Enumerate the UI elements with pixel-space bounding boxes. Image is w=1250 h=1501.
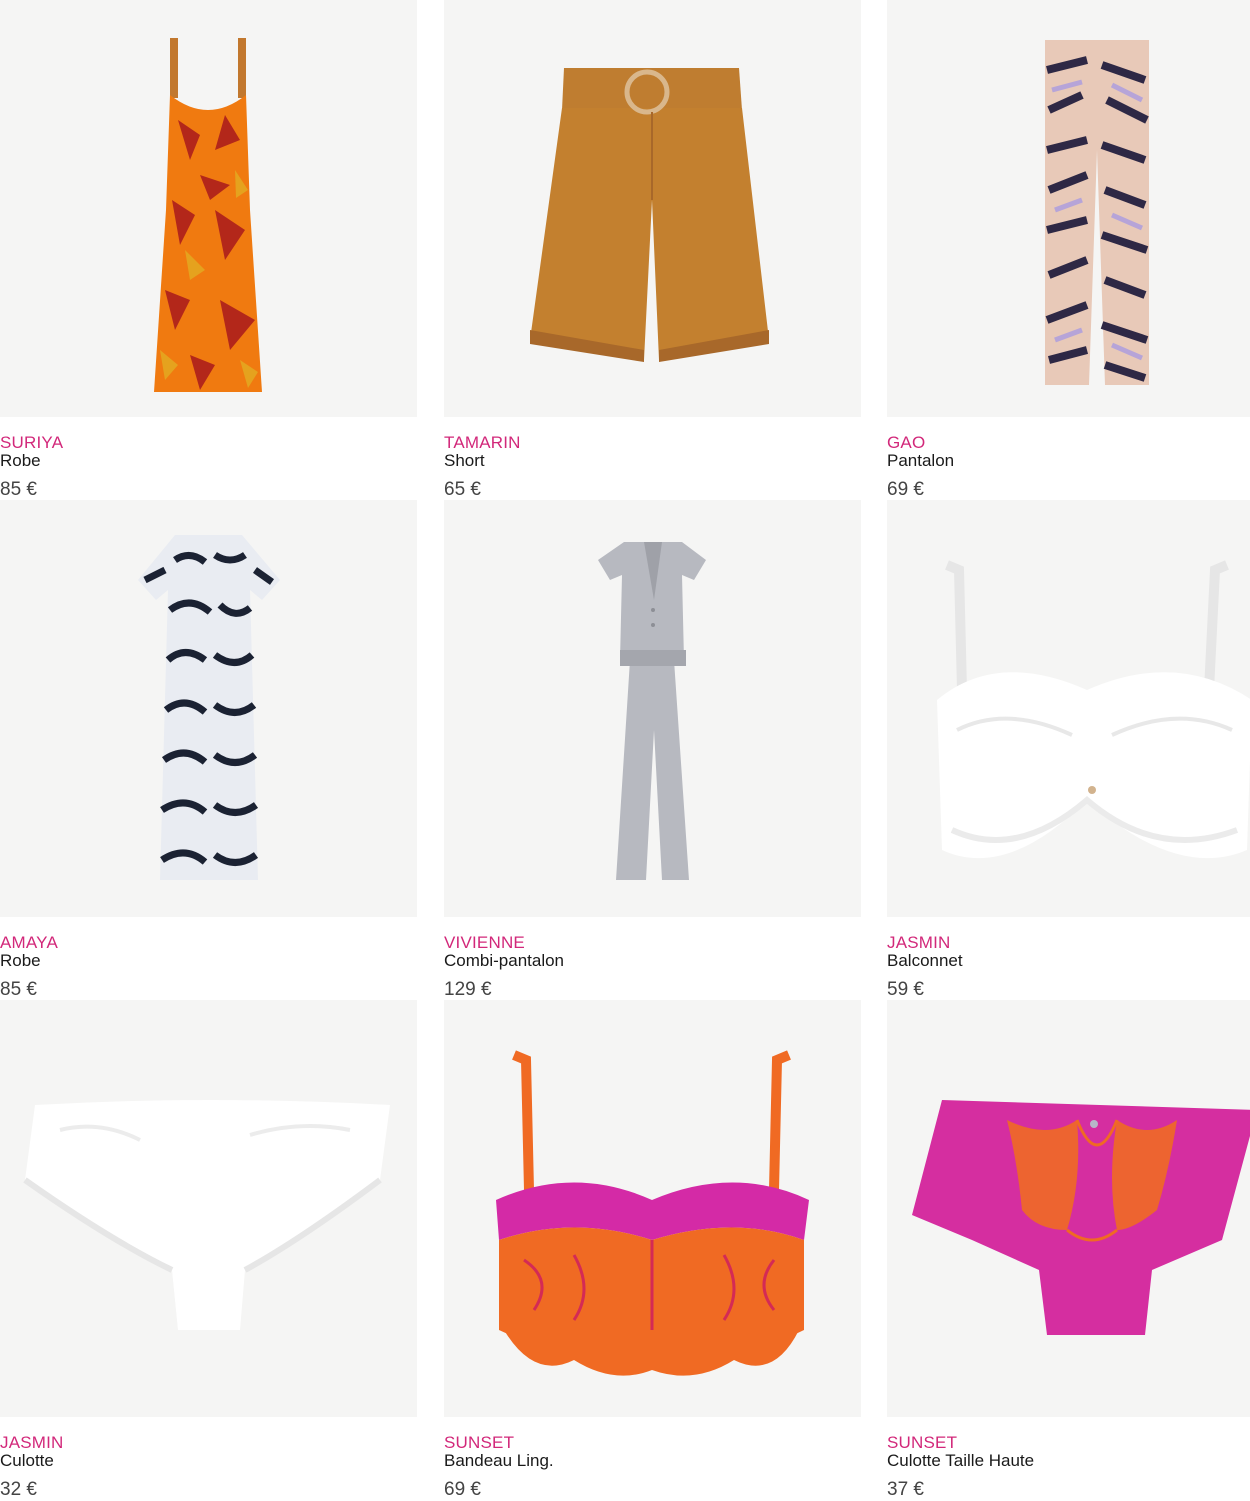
- product-image[interactable]: [887, 1000, 1250, 1417]
- product-brand[interactable]: TAMARIN: [444, 433, 521, 453]
- pink-orange-high-waist-brief-image: [912, 1100, 1250, 1335]
- product-brand[interactable]: GAO: [887, 433, 925, 453]
- product-grid: SURIYA Robe 85 € TAMARIN Short 65 € GAO …: [0, 0, 1250, 1500]
- product-price: 69 €: [887, 479, 924, 500]
- zebra-print-pants-image: [1045, 40, 1149, 385]
- black-white-print-dress-image: [138, 535, 280, 880]
- product-brand[interactable]: VIVIENNE: [444, 933, 525, 953]
- product-image[interactable]: [0, 1000, 417, 1417]
- product-price: 59 €: [887, 979, 924, 1000]
- product-brand[interactable]: SUNSET: [444, 1433, 514, 1453]
- product-image[interactable]: [444, 1000, 861, 1417]
- product-image[interactable]: [444, 0, 861, 417]
- product-image[interactable]: [0, 0, 417, 417]
- product-card-tamarin[interactable]: TAMARIN Short 65 €: [444, 0, 861, 500]
- grey-satin-jumpsuit-image: [598, 542, 706, 880]
- product-price: 37 €: [887, 1479, 924, 1500]
- product-brand[interactable]: AMAYA: [0, 933, 58, 953]
- product-card-suriya[interactable]: SURIYA Robe 85 €: [0, 0, 417, 500]
- product-card-vivienne[interactable]: VIVIENNE Combi-pantalon 129 €: [444, 500, 861, 1000]
- product-type[interactable]: Robe: [0, 951, 41, 971]
- product-type[interactable]: Bandeau Ling.: [444, 1451, 554, 1471]
- product-image[interactable]: [887, 500, 1250, 917]
- product-type[interactable]: Pantalon: [887, 451, 954, 471]
- product-brand[interactable]: JASMIN: [887, 933, 951, 953]
- product-type[interactable]: Culotte Taille Haute: [887, 1451, 1034, 1471]
- white-lace-bra-image: [937, 560, 1250, 859]
- product-type[interactable]: Short: [444, 451, 485, 471]
- product-price: 85 €: [0, 479, 37, 500]
- camel-belted-shorts-image: [530, 68, 769, 362]
- product-type[interactable]: Culotte: [0, 1451, 54, 1471]
- product-card-jasmin-balconnet[interactable]: JASMIN Balconnet 59 €: [887, 500, 1250, 1000]
- product-brand[interactable]: JASMIN: [0, 1433, 64, 1453]
- product-image[interactable]: [444, 500, 861, 917]
- product-type[interactable]: Robe: [0, 451, 41, 471]
- product-price: 129 €: [444, 979, 492, 1000]
- product-card-gao[interactable]: GAO Pantalon 69 €: [887, 0, 1250, 500]
- white-lace-brief-image: [23, 1100, 390, 1330]
- product-brand[interactable]: SUNSET: [887, 1433, 957, 1453]
- product-card-sunset-bandeau[interactable]: SUNSET Bandeau Ling. 69 €: [444, 1000, 861, 1500]
- product-image[interactable]: [0, 500, 417, 917]
- product-card-sunset-culotte[interactable]: SUNSET Culotte Taille Haute 37 €: [887, 1000, 1250, 1500]
- product-card-jasmin-culotte[interactable]: JASMIN Culotte 32 €: [0, 1000, 417, 1500]
- product-type[interactable]: Combi-pantalon: [444, 951, 564, 971]
- product-price: 85 €: [0, 979, 37, 1000]
- product-card-amaya[interactable]: AMAYA Robe 85 €: [0, 500, 417, 1000]
- orange-print-maxi-dress-image: [154, 38, 262, 392]
- orange-pink-bandeau-bra-image: [496, 1050, 809, 1376]
- product-type[interactable]: Balconnet: [887, 951, 963, 971]
- product-brand[interactable]: SURIYA: [0, 433, 63, 453]
- product-price: 69 €: [444, 1479, 481, 1500]
- product-image[interactable]: [887, 0, 1250, 417]
- product-price: 65 €: [444, 479, 481, 500]
- product-price: 32 €: [0, 1479, 37, 1500]
